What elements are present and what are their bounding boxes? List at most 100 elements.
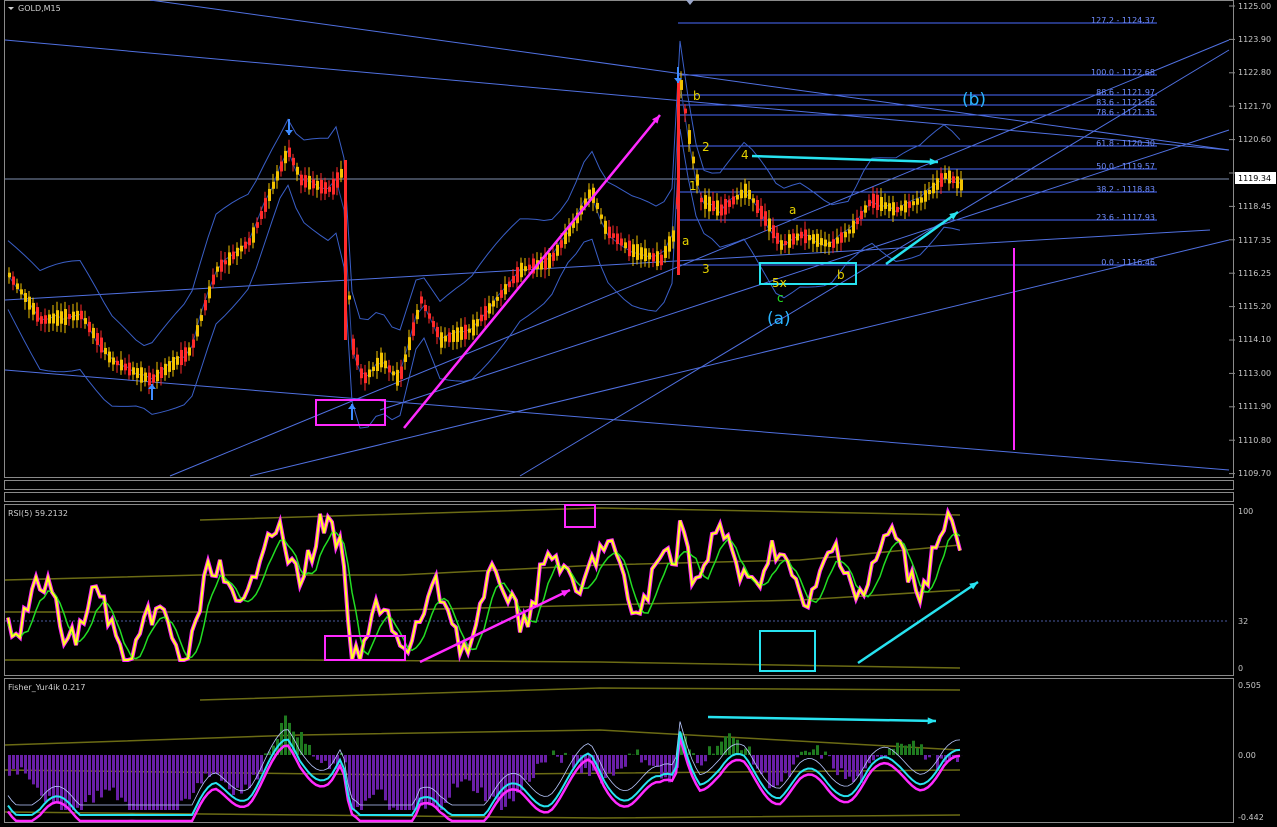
fisher-panel[interactable] [5, 688, 963, 821]
fisher-histogram-bar [80, 755, 83, 810]
candle-body [924, 190, 927, 201]
fisher-histogram-bar [264, 753, 267, 755]
candle-body [456, 327, 459, 341]
wave-label-3: 3 [702, 262, 710, 276]
candle-body [616, 234, 619, 245]
cyan-horizontal-arrow [752, 156, 938, 162]
fisher-histogram-bar [432, 755, 435, 805]
candle-body [588, 190, 591, 199]
fisher-histogram-bar [212, 755, 215, 774]
candle-body [76, 311, 79, 320]
fisher-histogram-bar [116, 755, 119, 800]
candle-body [168, 361, 171, 372]
price-label: 1116.25 [1238, 269, 1271, 278]
candle-body [144, 373, 147, 382]
candle-body [296, 167, 299, 175]
candle-body [500, 290, 503, 298]
candle-body [428, 313, 431, 318]
rsi-axis-label: 32 [1238, 617, 1248, 626]
candle-body [308, 176, 311, 190]
candle-body [380, 353, 383, 368]
fisher-histogram-bar [912, 741, 915, 755]
candle-body [600, 215, 603, 219]
candle-body [424, 305, 427, 311]
fisher-histogram-bar [616, 755, 619, 769]
fisher-histogram-bar [104, 755, 107, 790]
candle-body [224, 260, 227, 264]
wave-label-1: 1 [689, 179, 697, 193]
price-panel[interactable] [5, 0, 1229, 476]
fisher-histogram-bar [916, 748, 919, 755]
fisher-histogram-bar [76, 755, 79, 808]
fisher-histogram-bar [636, 749, 639, 755]
candle-body [192, 339, 195, 347]
candle-body [840, 232, 843, 242]
candle-body [180, 350, 183, 365]
candle-body [236, 248, 239, 256]
candle-body [688, 130, 691, 144]
candle-body [816, 234, 819, 247]
candle-body [156, 370, 159, 381]
candle-body [912, 201, 915, 205]
fisher-histogram-bar [284, 716, 287, 755]
fisher-histogram-bar [120, 755, 123, 798]
fisher-band-top [200, 688, 960, 700]
candle-body [832, 239, 835, 248]
fisher-histogram-bar [716, 746, 719, 755]
fib-label-236: 23.6 - 1117.93 [1096, 213, 1155, 222]
fisher-histogram-bar [308, 745, 311, 755]
chevron-down-icon[interactable] [8, 7, 14, 10]
candle-body [868, 200, 871, 206]
candle-body [324, 182, 327, 194]
candle-body [232, 252, 235, 260]
fisher-histogram-bar [700, 755, 703, 765]
candle-body [212, 275, 215, 285]
wave-labels: b 2 1 a 3 4 a b 5x c (a) (b) [682, 89, 986, 329]
candle-body [256, 222, 259, 228]
cyan-horizontal-arrow-head [930, 158, 938, 165]
wave-label-a-left: a [682, 234, 689, 248]
candle-body [920, 197, 923, 202]
candle-body [548, 253, 551, 268]
fisher-histogram-bar [324, 755, 327, 761]
wave-label-c: c [777, 291, 784, 305]
candle-body [636, 244, 639, 260]
panel-frames [5, 1, 1234, 823]
candle-body [112, 357, 115, 364]
candle-body [264, 198, 267, 212]
candle-body [432, 321, 435, 327]
fisher-histogram-bar [444, 755, 447, 803]
fisher-histogram-bar [12, 755, 15, 769]
fisher-histogram-bar [476, 755, 479, 793]
fisher-histogram-bar [380, 755, 383, 789]
fisher-histogram-bar [692, 753, 695, 755]
fisher-histogram-bar [160, 755, 163, 810]
symbol-label: GOLD,M15 [18, 4, 61, 13]
fisher-histogram-bar [876, 755, 879, 757]
fib-label-786: 78.6 - 1121.35 [1096, 108, 1155, 117]
price-label: 1113.00 [1238, 369, 1271, 378]
trading-chart-window[interactable]: 127.2 - 1124.37 100.0 - 1122.68 88.6 - 1… [0, 0, 1277, 823]
fisher-axis-label: 0.00 [1238, 751, 1256, 760]
candle-body [288, 148, 291, 157]
fisher-histogram-bar [816, 745, 819, 755]
fisher-histogram-bar [176, 755, 179, 810]
fisher-histogram-bar [20, 755, 23, 767]
candle-body [436, 327, 439, 337]
fisher-histogram-bar [180, 755, 183, 801]
candle-body [680, 80, 683, 90]
fisher-histogram-bar [544, 755, 547, 762]
candle-body [672, 230, 675, 241]
fisher-histogram-bar [172, 755, 175, 810]
fisher-histogram-bar [44, 755, 47, 802]
price-label: 1123.90 [1238, 35, 1271, 44]
rsi-panel[interactable] [5, 505, 1229, 671]
candle-body [20, 289, 23, 294]
fisher-histogram-bar [852, 755, 855, 782]
candle-body [496, 297, 499, 301]
candle-body [856, 218, 859, 224]
fisher-histogram-bar [652, 755, 655, 766]
fisher-histogram-bar [828, 755, 831, 756]
candle-body [448, 332, 451, 342]
candle-body [196, 325, 199, 336]
